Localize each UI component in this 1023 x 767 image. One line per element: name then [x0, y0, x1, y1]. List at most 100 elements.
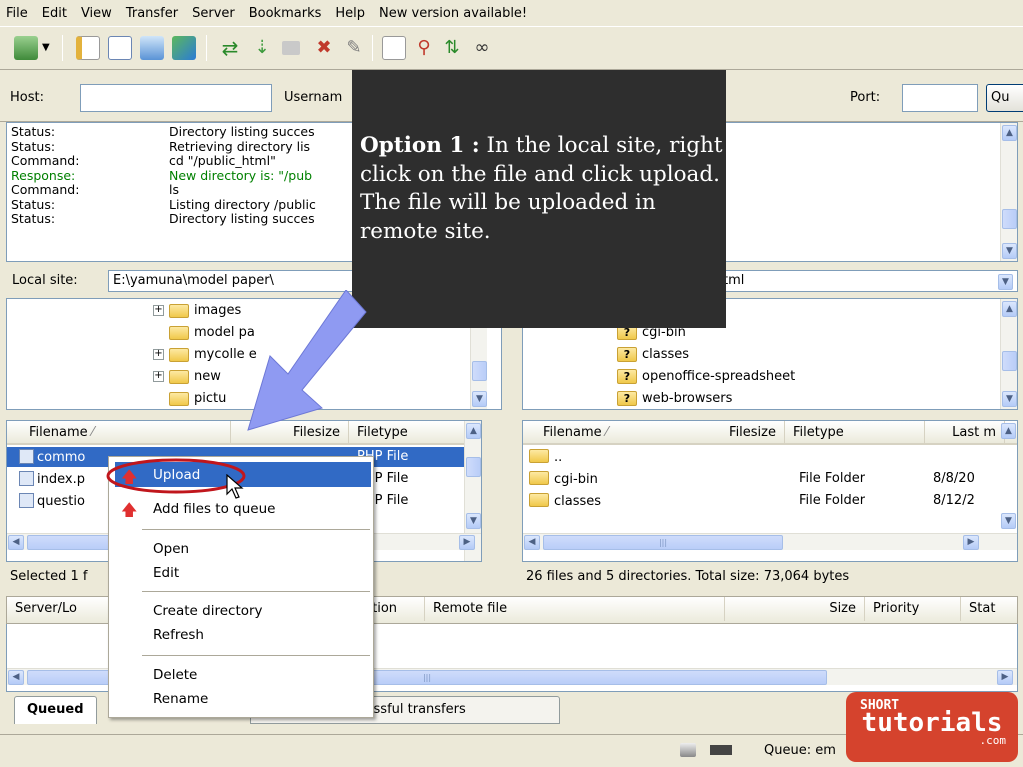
tree-node-new[interactable]: + new: [153, 369, 221, 384]
toolbar-separator: [206, 35, 207, 61]
column-priority[interactable]: Priority: [865, 597, 961, 621]
table-row[interactable]: classes File Folder 8/12/2: [523, 491, 1017, 511]
remote-tree-scrollbar[interactable]: ▲ ▼: [1000, 299, 1017, 409]
table-row[interactable]: ..: [523, 447, 1017, 467]
scroll-right-icon[interactable]: ▶: [963, 535, 979, 550]
scroll-thumb[interactable]: [1002, 351, 1017, 371]
disconnect-icon[interactable]: ✖: [312, 36, 336, 60]
chevron-down-icon[interactable]: ▼: [998, 274, 1013, 290]
folder-icon: [169, 391, 189, 406]
scroll-thumb[interactable]: [1002, 209, 1017, 229]
scroll-down-icon[interactable]: ▼: [1001, 513, 1016, 529]
tree-node-classes[interactable]: ? classes: [617, 347, 689, 362]
lock-icon: [680, 743, 696, 757]
refresh-icon[interactable]: ⇄: [218, 36, 242, 60]
menu-item-refresh[interactable]: Refresh: [153, 627, 204, 643]
menu-server[interactable]: Server: [192, 6, 235, 21]
column-filesize[interactable]: Filesize: [643, 421, 785, 445]
sync-browsing-icon[interactable]: ⚲: [412, 36, 436, 60]
scroll-thumb[interactable]: [472, 361, 487, 381]
remote-list-hscrollbar[interactable]: ◀ ||| ▶: [523, 533, 1017, 550]
scroll-up-icon[interactable]: ▲: [1002, 125, 1017, 141]
scroll-down-icon[interactable]: ▼: [466, 513, 481, 529]
menu-new-version[interactable]: New version available!: [379, 6, 527, 21]
scroll-up-icon[interactable]: ▲: [1002, 301, 1017, 317]
menu-view[interactable]: View: [81, 6, 112, 21]
scroll-down-icon[interactable]: ▼: [1002, 391, 1017, 407]
toggle-remote-tree-icon[interactable]: [140, 36, 164, 60]
shorttutorials-logo: SHORT tutorials .com: [846, 692, 1018, 762]
log-scrollbar[interactable]: ▲ ▼: [1000, 123, 1017, 261]
site-manager-icon[interactable]: [14, 36, 38, 60]
search-binoculars-icon[interactable]: ∞: [470, 36, 494, 60]
toggle-log-icon[interactable]: [76, 36, 100, 60]
tree-node-web-browsers[interactable]: ? web-browsers: [617, 391, 732, 406]
scroll-up-icon[interactable]: ▲: [1001, 423, 1016, 439]
table-row[interactable]: cgi-bin File Folder 8/8/20: [523, 469, 1017, 489]
expand-icon[interactable]: +: [153, 371, 164, 382]
toggle-queue-icon[interactable]: [172, 36, 196, 60]
unknown-folder-icon: ?: [617, 347, 637, 362]
folder-icon: [169, 303, 189, 318]
scroll-thumb[interactable]: |||: [543, 535, 783, 550]
pointer-arrow: [247, 290, 367, 431]
menu-item-rename[interactable]: Rename: [153, 691, 208, 707]
menu-bookmarks[interactable]: Bookmarks: [249, 6, 322, 21]
scroll-down-icon[interactable]: ▼: [1002, 243, 1017, 259]
scroll-right-icon[interactable]: ▶: [997, 670, 1013, 685]
menu-separator: [142, 591, 370, 592]
speed-limit-icon: [710, 745, 732, 755]
scroll-thumb[interactable]: [466, 457, 481, 477]
menu-item-delete[interactable]: Delete: [153, 667, 197, 683]
tutorial-annotation: Option 1 : In the local site, right clic…: [352, 70, 726, 328]
php-file-icon: [19, 493, 34, 508]
compare-icon[interactable]: ⇅: [440, 36, 464, 60]
log-type: Command:: [11, 182, 80, 197]
tree-node-images[interactable]: + images: [153, 303, 241, 318]
cancel-icon[interactable]: [282, 41, 300, 55]
menu-help[interactable]: Help: [335, 6, 365, 21]
column-size[interactable]: Size: [725, 597, 865, 621]
scroll-up-icon[interactable]: ▲: [466, 423, 481, 439]
menu-item-open[interactable]: Open: [153, 541, 189, 557]
quickconnect-button[interactable]: Qu: [986, 84, 1023, 112]
expand-icon[interactable]: +: [153, 349, 164, 360]
column-filetype[interactable]: Filetype: [785, 421, 925, 445]
log-message: ls: [169, 182, 179, 197]
process-queue-icon[interactable]: ⇣: [250, 36, 274, 60]
scroll-down-icon[interactable]: ▼: [472, 391, 487, 407]
log-type: Status:: [11, 196, 56, 212]
log-type: Status:: [11, 211, 56, 226]
menu-transfer[interactable]: Transfer: [126, 6, 178, 21]
menu-item-edit[interactable]: Edit: [153, 565, 179, 581]
menu-edit[interactable]: Edit: [42, 6, 67, 21]
host-input[interactable]: [80, 84, 272, 112]
tab-queued-files[interactable]: Queued: [14, 696, 97, 724]
dropdown-arrow-icon[interactable]: ▼: [42, 36, 54, 60]
tree-node-openoffice-spreadsheet[interactable]: ? openoffice-spreadsheet: [617, 369, 795, 384]
toggle-tree-icon[interactable]: [108, 36, 132, 60]
log-message: New directory is: "/pub: [169, 167, 313, 183]
expand-icon[interactable]: +: [153, 305, 164, 316]
column-filename[interactable]: Filename ⁄: [7, 421, 231, 445]
scroll-left-icon[interactable]: ◀: [524, 535, 540, 550]
tree-node-pictures[interactable]: pictu: [169, 391, 226, 406]
folder-icon: [169, 325, 189, 340]
column-remote-file[interactable]: Remote file: [425, 597, 725, 621]
column-last-modified[interactable]: Last m: [925, 421, 1005, 445]
scroll-left-icon[interactable]: ◀: [8, 670, 24, 685]
local-site-label: Local site:: [12, 273, 78, 288]
reconnect-icon[interactable]: ✎: [342, 36, 366, 60]
menu-item-add-to-queue[interactable]: Add files to queue: [153, 501, 275, 517]
scroll-right-icon[interactable]: ▶: [459, 535, 475, 550]
remote-file-list: Filename ⁄ Filesize Filetype Last m .. c…: [522, 420, 1018, 562]
port-input[interactable]: [902, 84, 978, 112]
php-file-icon: [19, 471, 34, 486]
column-status[interactable]: Stat: [961, 597, 1019, 621]
menu-file[interactable]: File: [6, 6, 28, 21]
menu-item-create-directory[interactable]: Create directory: [153, 603, 263, 619]
remote-status-text: 26 files and 5 directories. Total size: …: [526, 569, 850, 584]
sort-arrow-icon: ⁄: [605, 425, 608, 440]
directory-listing-filters-icon[interactable]: [382, 36, 406, 60]
scroll-left-icon[interactable]: ◀: [8, 535, 24, 550]
